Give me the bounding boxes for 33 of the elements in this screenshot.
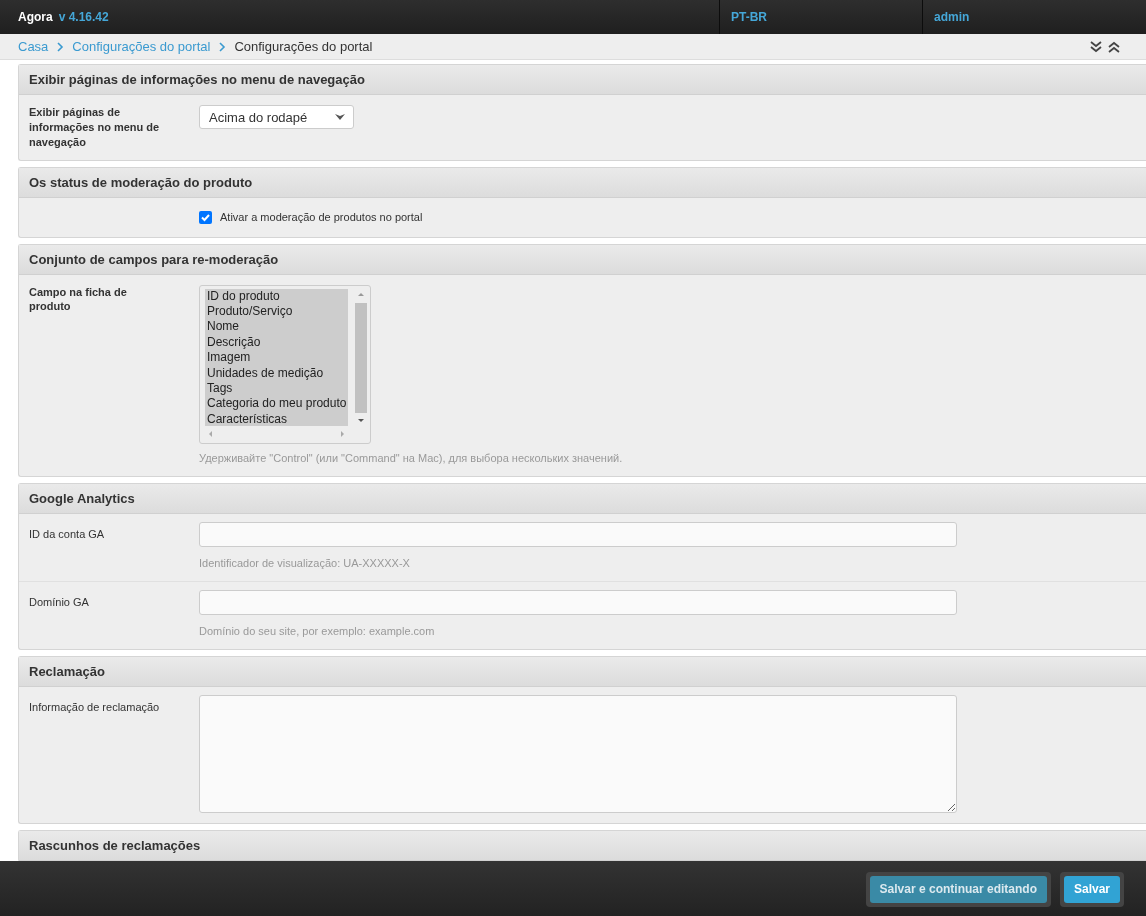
list-option[interactable]: Imagem bbox=[205, 350, 348, 366]
help-text: Identificador de visualização: UA-XXXXX-X bbox=[199, 556, 411, 569]
chevron-right-icon bbox=[56, 41, 65, 52]
select-dropdown[interactable]: Acima do rodapé bbox=[199, 105, 354, 129]
section-header[interactable]: Reclamação bbox=[19, 656, 1146, 687]
chevron-right-icon bbox=[218, 41, 227, 52]
field-label: Informação de reclamação bbox=[29, 699, 161, 715]
list-option[interactable]: Categoria do meu produto bbox=[205, 396, 348, 412]
text-input[interactable] bbox=[199, 521, 957, 547]
section-header[interactable]: Os status de moderação do produto bbox=[19, 167, 1146, 198]
field-label: Exibir páginas de informações no menu de navegação bbox=[29, 105, 161, 150]
caret-icon bbox=[335, 114, 345, 120]
version-label: v 4.16.42 bbox=[58, 10, 109, 24]
textarea-field[interactable] bbox=[199, 694, 957, 813]
brand-name: Agora bbox=[18, 10, 53, 24]
multi-select-list[interactable]: ID do produto Produto/Serviço Nome Descrição Imagem Unidades de medição Tags Categoria do meu produto Características bbox=[199, 284, 371, 444]
breadcrumb-current: Configurações do portal bbox=[234, 39, 373, 54]
field-label: ID da conta GA bbox=[29, 526, 106, 542]
list-option[interactable]: ID do produto bbox=[205, 288, 348, 304]
section-header[interactable]: Conjunto de campos para re-moderação bbox=[19, 244, 1146, 275]
checkbox-label: Ativar a moderação de produtos no portal bbox=[220, 211, 423, 224]
collapse-all-icon[interactable] bbox=[1108, 40, 1120, 53]
field-label: Domínio GA bbox=[29, 594, 90, 610]
section-header[interactable]: Rascunhos de reclamações bbox=[19, 830, 1146, 861]
text-input[interactable] bbox=[199, 589, 957, 615]
checkbox[interactable] bbox=[199, 210, 212, 224]
help-text: Domínio do seu site, por exemplo: example.com bbox=[199, 624, 436, 637]
list-option[interactable]: Nome bbox=[205, 319, 348, 335]
section-header[interactable]: Exibir páginas de informações no menu de navegação bbox=[19, 65, 1146, 95]
expand-all-icon[interactable] bbox=[1090, 40, 1102, 53]
help-text: Удерживайте "Control" (или "Command" на Mac), для выбора нескольких значений. bbox=[199, 451, 623, 464]
field-label: Campo na ficha de produto bbox=[29, 284, 128, 315]
section-header[interactable]: Google Analytics bbox=[19, 483, 1146, 514]
